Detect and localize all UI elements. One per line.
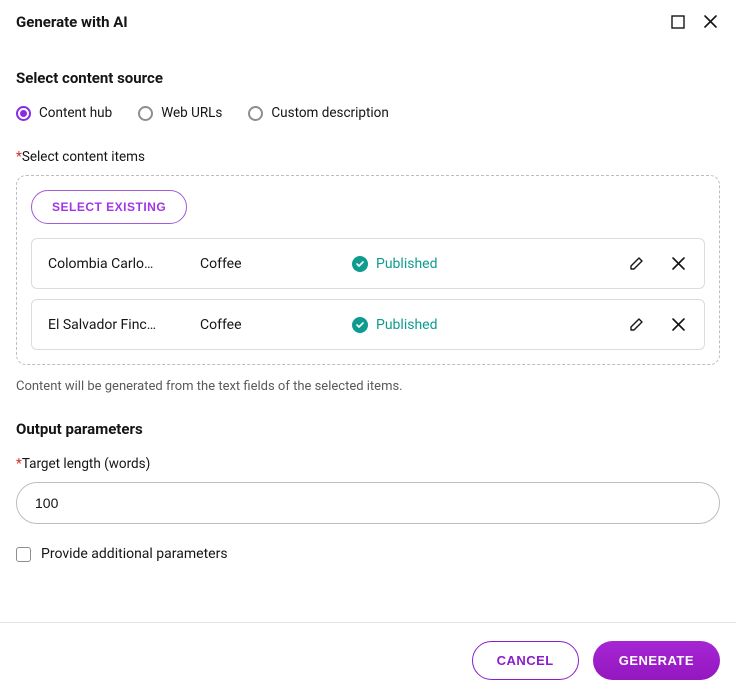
- content-item-row: Colombia Carlo… Coffee Published: [31, 238, 705, 289]
- pencil-icon: [628, 255, 645, 272]
- header-actions: [669, 12, 720, 31]
- source-section-title: Select content source: [16, 69, 720, 87]
- close-button[interactable]: [701, 12, 720, 31]
- generate-button[interactable]: GENERATE: [593, 641, 720, 680]
- source-radio-2[interactable]: Custom description: [248, 105, 388, 121]
- target-length-label: *Target length (words): [16, 456, 720, 472]
- check-circle-icon: [352, 256, 368, 272]
- target-length-input[interactable]: [16, 482, 720, 524]
- radio-label: Custom description: [271, 105, 388, 121]
- maximize-icon: [671, 15, 685, 29]
- output-section-title: Output parameters: [16, 420, 720, 438]
- item-type: Coffee: [200, 317, 340, 333]
- close-icon: [703, 14, 718, 29]
- item-status: Published: [352, 256, 614, 272]
- content-items-label: *Select content items: [16, 149, 720, 165]
- content-items-helper: Content will be generated from the text …: [16, 379, 720, 394]
- item-status: Published: [352, 317, 614, 333]
- remove-item-button[interactable]: [669, 253, 688, 274]
- item-type: Coffee: [200, 256, 340, 272]
- source-radio-group: Content hub Web URLs Custom description: [16, 105, 720, 121]
- item-status-text: Published: [376, 256, 437, 272]
- item-status-text: Published: [376, 317, 437, 333]
- item-actions: [626, 253, 688, 274]
- edit-item-button[interactable]: [626, 253, 647, 274]
- pencil-icon: [628, 316, 645, 333]
- modal-title: Generate with AI: [16, 13, 128, 31]
- radio-label: Content hub: [39, 105, 112, 121]
- radio-icon: [16, 106, 31, 121]
- radio-icon: [248, 106, 263, 121]
- source-radio-1[interactable]: Web URLs: [138, 105, 222, 121]
- check-circle-icon: [352, 317, 368, 333]
- additional-params-label: Provide additional parameters: [41, 546, 228, 562]
- maximize-button[interactable]: [669, 13, 687, 31]
- additional-params-checkbox[interactable]: [16, 547, 31, 562]
- source-radio-0[interactable]: Content hub: [16, 105, 112, 121]
- radio-icon: [138, 106, 153, 121]
- item-name: El Salvador Finc…: [48, 317, 188, 333]
- edit-item-button[interactable]: [626, 314, 647, 335]
- radio-label: Web URLs: [161, 105, 222, 121]
- content-items-box: SELECT EXISTING Colombia Carlo… Coffee Pub…: [16, 175, 720, 365]
- item-name: Colombia Carlo…: [48, 256, 188, 272]
- content-items-list: Colombia Carlo…CoffeePublishedEl Salvado…: [31, 238, 705, 350]
- content-item-row: El Salvador Finc… Coffee Published: [31, 299, 705, 350]
- modal-body: Select content source Content hub Web URL…: [0, 39, 736, 622]
- additional-params-row: Provide additional parameters: [16, 546, 720, 562]
- item-actions: [626, 314, 688, 335]
- modal-header: Generate with AI: [0, 0, 736, 39]
- select-existing-button[interactable]: SELECT EXISTING: [31, 190, 187, 224]
- modal-footer: CANCEL GENERATE: [0, 622, 736, 698]
- close-icon: [671, 317, 686, 332]
- cancel-button[interactable]: CANCEL: [472, 641, 579, 680]
- close-icon: [671, 256, 686, 271]
- remove-item-button[interactable]: [669, 314, 688, 335]
